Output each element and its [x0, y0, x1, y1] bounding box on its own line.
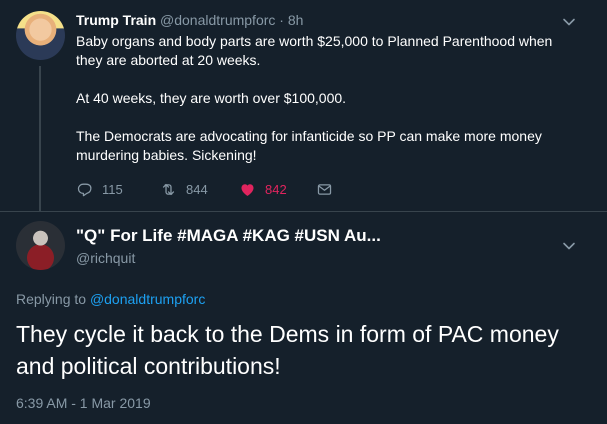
tweet-paragraph: Baby organs and body parts are worth $25…	[76, 33, 553, 68]
replying-to-link[interactable]: @donaldtrumpforc	[90, 291, 205, 307]
handle[interactable]: @richquit	[76, 250, 135, 266]
thread-connector-line	[39, 66, 41, 211]
tweet-header: Trump Train @donaldtrumpforc · 8h	[76, 12, 303, 28]
display-name[interactable]: "Q" For Life #MAGA #KAG #USN Au...	[76, 226, 381, 246]
reply-count: 115	[102, 182, 123, 197]
tweet-text: Baby organs and body parts are worth $25…	[76, 32, 576, 165]
like-count: 842	[265, 182, 287, 197]
heart-icon	[241, 184, 254, 196]
avatar[interactable]	[16, 221, 65, 270]
separator: ·	[279, 12, 284, 28]
reply-button[interactable]: 115	[76, 181, 123, 198]
retweet-button[interactable]: 844	[160, 181, 208, 198]
time-ago[interactable]: 8h	[288, 12, 304, 28]
dm-icon	[317, 184, 332, 195]
timestamp[interactable]: 6:39 AM - 1 Mar 2019	[16, 395, 151, 411]
reply-icon	[77, 183, 92, 197]
like-button[interactable]: 842	[239, 181, 287, 198]
tweet-text: They cycle it back to the Dems in form o…	[16, 321, 559, 379]
chevron-down-icon[interactable]	[561, 238, 577, 254]
retweet-count: 844	[186, 182, 208, 197]
reply-tweet[interactable]: "Q" For Life #MAGA #KAG #USN Au... @rich…	[0, 211, 607, 424]
retweet-icon	[162, 183, 175, 196]
original-tweet[interactable]: Trump Train @donaldtrumpforc · 8h Baby o…	[0, 0, 607, 211]
replying-prefix: Replying to	[16, 291, 87, 307]
display-name[interactable]: Trump Train	[76, 12, 156, 28]
direct-message-button[interactable]	[316, 181, 333, 198]
replying-to: Replying to @donaldtrumpforc	[16, 291, 205, 307]
handle[interactable]: @donaldtrumpforc	[160, 12, 275, 28]
chevron-down-icon[interactable]	[561, 14, 577, 30]
avatar[interactable]	[16, 11, 65, 60]
tweet-paragraph: At 40 weeks, they are worth over $100,00…	[76, 90, 347, 106]
tweet-paragraph: The Democrats are advocating for infanti…	[76, 128, 542, 163]
